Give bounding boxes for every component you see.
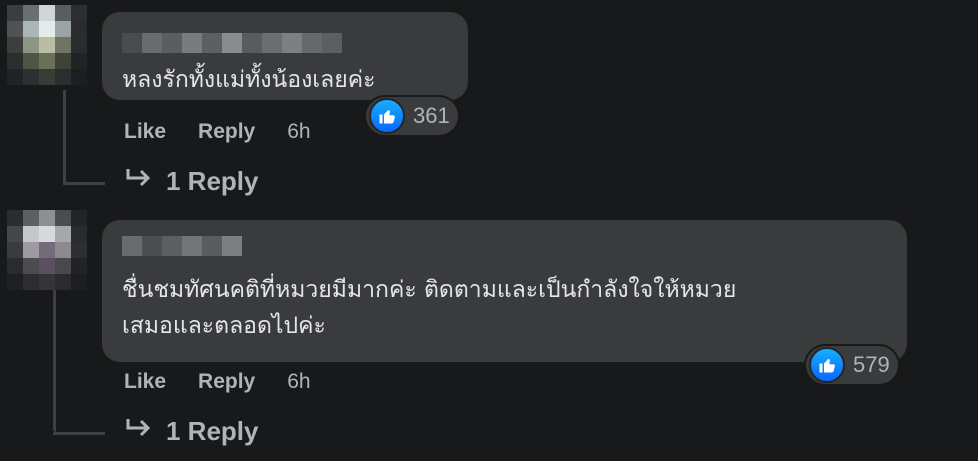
timestamp[interactable]: 6h xyxy=(287,120,310,144)
comment-text: ชื่นชมทัศนคติที่หมวยมีมากค่ะ ติดตามและเป… xyxy=(122,272,736,344)
comment-text: หลงรักทั้งแม่ทั้งน้องเลยค่ะ xyxy=(122,62,375,98)
comment-actions: Like Reply 6h xyxy=(124,370,311,394)
thread-line-2 xyxy=(53,290,56,432)
thread-line-2-branch xyxy=(53,432,105,435)
reply-arrow-icon xyxy=(124,416,154,447)
like-thumb-icon xyxy=(809,347,845,383)
avatar[interactable] xyxy=(7,210,87,290)
reaction-count: 579 xyxy=(853,352,890,377)
reaction-summary[interactable]: 579 xyxy=(806,346,898,384)
like-thumb-icon xyxy=(369,98,405,134)
comment-actions: Like Reply 6h xyxy=(124,120,311,144)
reaction-summary[interactable]: 361 xyxy=(366,97,458,135)
reply-button[interactable]: Reply xyxy=(198,370,255,394)
timestamp[interactable]: 6h xyxy=(287,370,310,394)
view-replies-label: 1 Reply xyxy=(166,166,259,196)
like-button[interactable]: Like xyxy=(124,120,166,144)
comment-text-line: ชื่นชมทัศนคติที่หมวยมีมากค่ะ ติดตามและเป… xyxy=(122,277,737,303)
author-name[interactable] xyxy=(122,33,342,53)
reaction-count: 361 xyxy=(413,103,450,128)
reply-button[interactable]: Reply xyxy=(198,120,255,144)
comment-text-line: เสมอและตลอดไปค่ะ xyxy=(122,313,326,339)
view-replies-button[interactable]: 1 Reply xyxy=(124,166,259,197)
thread-line-1 xyxy=(63,90,66,185)
reply-arrow-icon xyxy=(124,166,154,197)
view-replies-button[interactable]: 1 Reply xyxy=(124,416,259,447)
author-name[interactable] xyxy=(122,236,242,256)
comment-text-line: หลงรักทั้งแม่ทั้งน้องเลยค่ะ xyxy=(122,67,376,93)
thread-line-1-branch xyxy=(63,182,105,185)
like-button[interactable]: Like xyxy=(124,370,166,394)
avatar[interactable] xyxy=(7,5,87,85)
view-replies-label: 1 Reply xyxy=(166,416,259,446)
